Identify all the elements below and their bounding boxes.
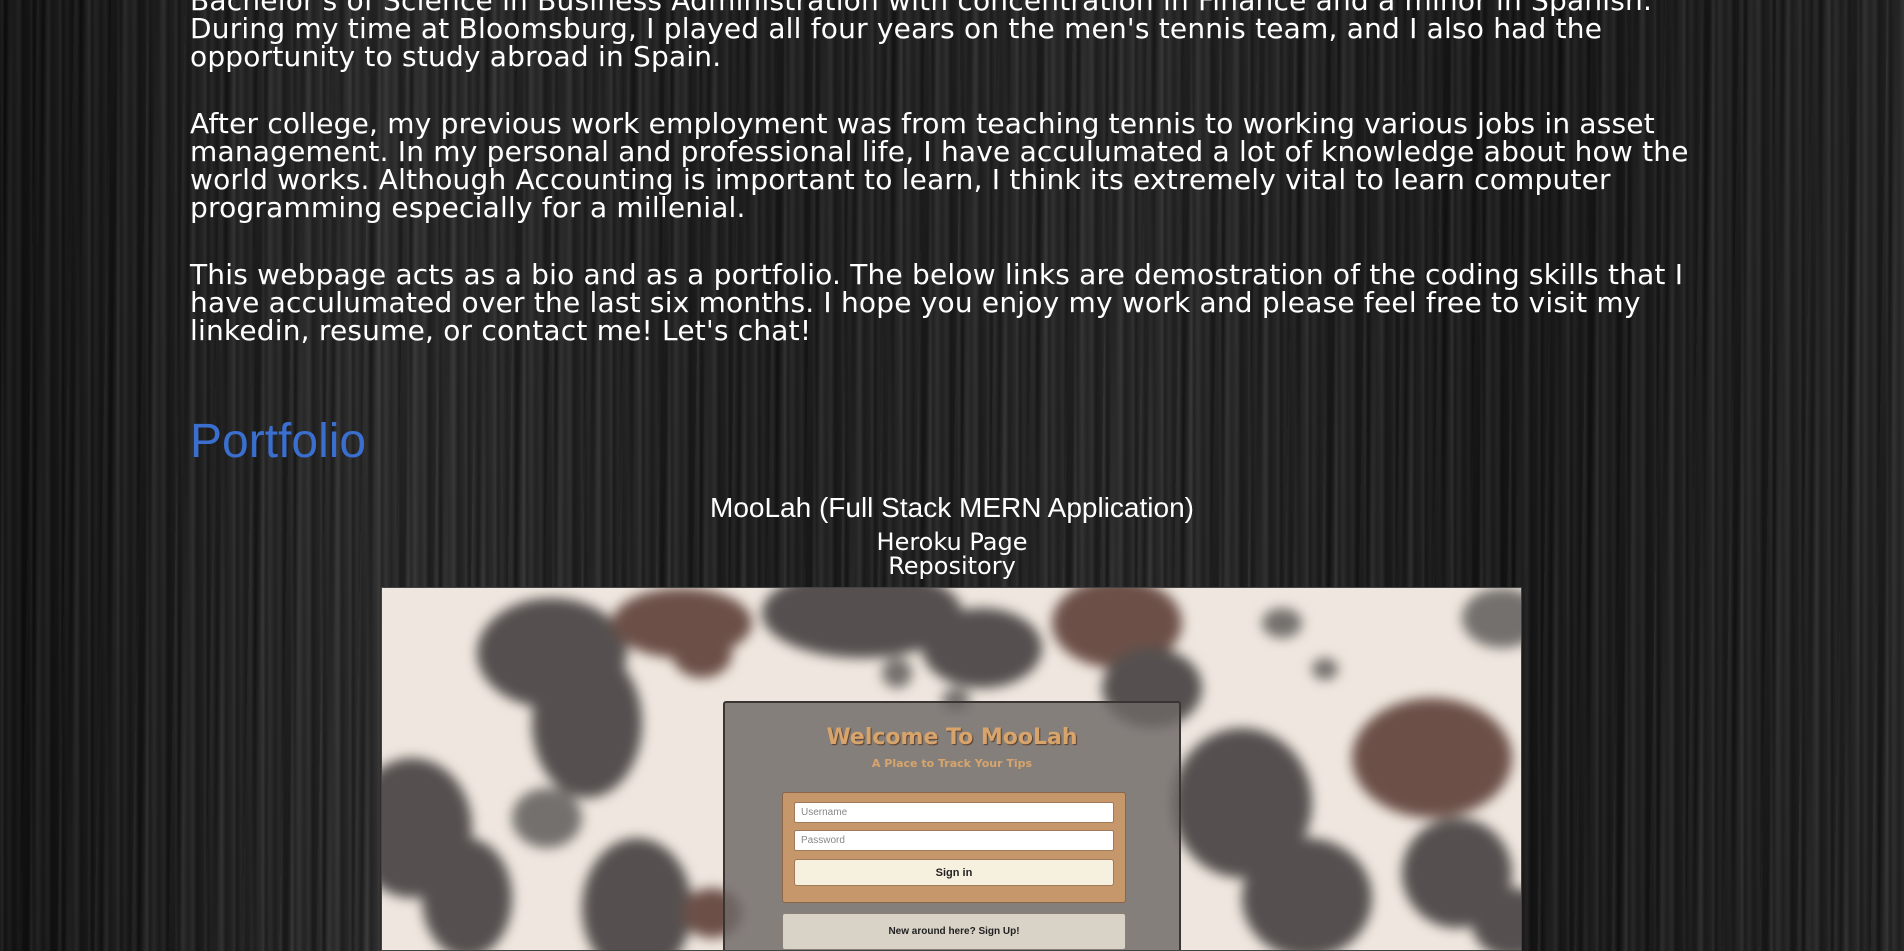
sign-up-button[interactable]: New around here? Sign Up!: [782, 913, 1126, 950]
password-input[interactable]: [794, 830, 1114, 851]
bio-paragraph-portfolio-intro: This webpage acts as a bio and as a port…: [190, 258, 1684, 347]
bio-paragraph-education: Bachelor's of Science in Business Admini…: [190, 0, 1653, 73]
moolah-welcome-title: Welcome To MooLah: [826, 725, 1078, 750]
heroku-page-link[interactable]: Heroku Page: [0, 530, 1904, 554]
login-form: Sign in: [782, 792, 1126, 903]
moolah-subtitle: A Place to Track Your Tips: [871, 757, 1033, 770]
sign-in-button[interactable]: Sign in: [794, 859, 1114, 886]
portfolio-heading: Portfolio: [190, 415, 367, 468]
bio-section: Bachelor's of Science in Business Admini…: [190, 0, 1690, 384]
project-links: Heroku Page Repository: [0, 530, 1904, 578]
project-title: MooLah (Full Stack MERN Application): [710, 492, 1194, 523]
username-input[interactable]: [794, 802, 1114, 823]
project-preview-image[interactable]: Welcome To MooLah A Place to Track Your …: [381, 587, 1522, 951]
bio-paragraph-career: After college, my previous work employme…: [190, 107, 1689, 224]
login-card: Welcome To MooLah A Place to Track Your …: [723, 701, 1181, 950]
repository-link[interactable]: Repository: [0, 554, 1904, 578]
